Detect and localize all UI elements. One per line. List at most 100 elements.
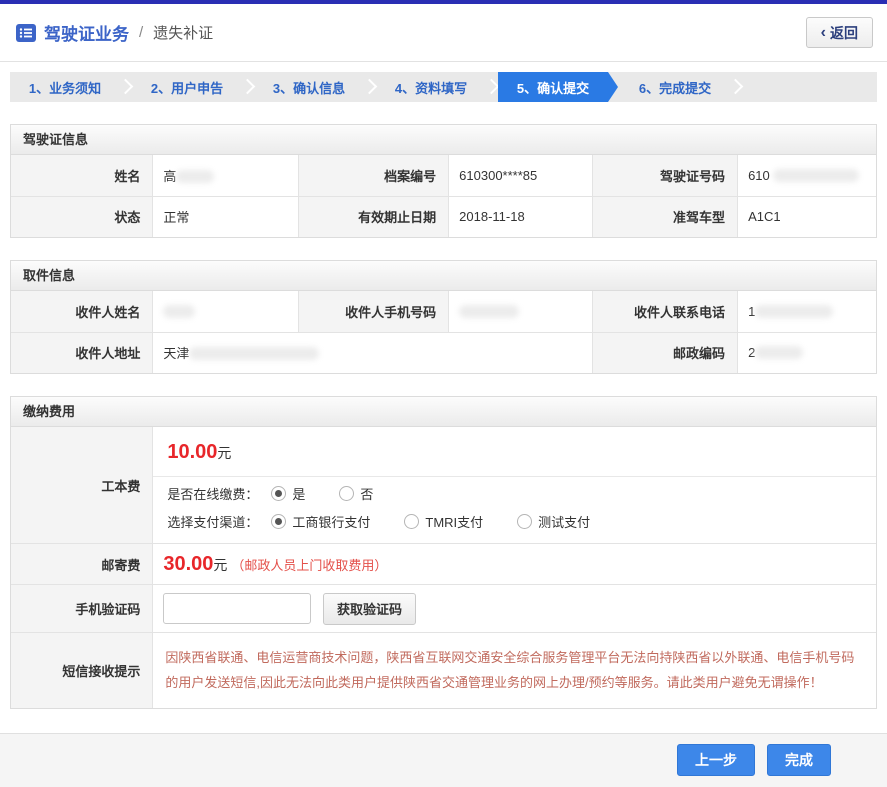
step-separator-chevron [486,72,498,102]
radio-option-no[interactable]: 否 [339,484,373,503]
sms-notice-text: 因陕西省联通、电信运营商技术问题，陕西省互联网交通安全综合服务管理平台无法向持陕… [163,637,866,704]
page-title: 驾驶证业务 [44,20,129,45]
license-number-label: 驾驶证号码 [592,155,737,196]
table-row: 手机验证码 获取验证码 [11,585,876,633]
redacted-text [773,169,859,182]
page-subtitle: 遗失补证 [153,22,213,43]
page: 驾驶证业务 / 遗失补证 ‹ 返回 1、业务须知 2、用户申告 3、确认信息 4… [0,0,887,787]
name-value: 高 [153,155,298,196]
postal-code-value: 2 [738,332,876,373]
license-info-table: 姓名 高 档案编号 610300****85 驾驶证号码 610 状态 正常 有… [11,155,876,237]
radio-option-test[interactable]: 测试支付 [517,512,590,531]
radio-option-label: 否 [360,484,373,503]
name-label: 姓名 [11,155,153,196]
section-title-license: 驾驶证信息 [11,125,876,155]
vehicle-class-label: 准驾车型 [592,196,737,237]
footer-action-bar: 上一步 完成 [0,733,887,787]
section-fees: 缴纳费用 工本费 10.00元 是否在线缴费： 是 [10,396,877,709]
radio-unchecked-icon[interactable] [339,486,354,501]
previous-step-button[interactable]: 上一步 [677,744,755,776]
table-row: 工本费 10.00元 是否在线缴费： 是 否 [11,427,876,544]
step-3-confirm-info[interactable]: 3、确认信息 [254,72,364,102]
postage-fee-note: （邮政人员上门收取费用） [231,558,387,573]
recipient-address-label: 收件人地址 [11,332,153,373]
sms-code-input[interactable] [163,593,311,624]
breadcrumb: 驾驶证业务 / 遗失补证 [16,20,213,45]
status-label: 状态 [11,196,153,237]
payment-channel-row: 选择支付渠道： 工商银行支付 TMRI支付 测试支付 [153,505,876,543]
expiry-date-value: 2018-11-18 [449,196,593,237]
back-button-label: 返回 [830,23,858,43]
list-icon [16,23,36,43]
step-4-fill-data[interactable]: 4、资料填写 [376,72,486,102]
active-step-arrow [608,72,620,102]
table-row: 短信接收提示 因陕西省联通、电信运营商技术问题，陕西省互联网交通安全综合服务管理… [11,633,876,708]
expiry-date-label: 有效期止日期 [298,196,449,237]
redacted-text [189,347,319,360]
file-number-label: 档案编号 [298,155,449,196]
recipient-phone-value: 1 [738,291,876,332]
online-payment-label: 是否在线缴费： [167,484,271,503]
get-code-button[interactable]: 获取验证码 [323,593,416,625]
radio-option-tmri[interactable]: TMRI支付 [404,512,483,531]
steps-filler [742,72,877,102]
radio-option-icbc[interactable]: 工商银行支付 [271,512,370,531]
table-row: 邮寄费 30.00元（邮政人员上门收取费用） [11,544,876,585]
file-number-value: 610300****85 [449,155,593,196]
sms-code-label: 手机验证码 [11,585,153,633]
step-separator-chevron [364,72,376,102]
radio-unchecked-icon[interactable] [404,514,419,529]
redacted-text [755,346,803,359]
section-pickup-info: 取件信息 收件人姓名 收件人手机号码 收件人联系电话 1 收件人地址 天津 邮政… [10,260,877,374]
chevron-left-icon: ‹ [821,25,826,41]
postage-fee-amount: 30.00 [163,553,213,575]
online-payment-row: 是否在线缴费： 是 否 [153,477,876,505]
fees-table: 工本费 10.00元 是否在线缴费： 是 否 [11,427,876,708]
radio-option-label: 工商银行支付 [292,512,370,531]
radio-option-label: TMRI支付 [425,512,483,531]
payment-channel-label: 选择支付渠道： [167,512,271,531]
redacted-text [755,305,833,318]
table-row: 姓名 高 档案编号 610300****85 驾驶证号码 610 [11,155,876,196]
recipient-phone-label: 收件人联系电话 [592,291,737,332]
radio-option-label: 是 [292,484,305,503]
table-row: 收件人姓名 收件人手机号码 收件人联系电话 1 [11,291,876,332]
currency-unit: 元 [217,445,231,461]
page-header: 驾驶证业务 / 遗失补证 ‹ 返回 [0,4,887,62]
step-progress-bar: 1、业务须知 2、用户申告 3、确认信息 4、资料填写 5、确认提交 6、完成提… [10,72,877,102]
step-separator-chevron [730,72,742,102]
vehicle-class-value: A1C1 [738,196,876,237]
production-fee-amount: 10.00 [167,441,217,463]
sms-notice-cell: 因陕西省联通、电信运营商技术问题，陕西省互联网交通安全综合服务管理平台无法向持陕… [153,633,876,708]
step-separator-chevron [120,72,132,102]
table-row: 收件人地址 天津 邮政编码 2 [11,332,876,373]
pickup-info-table: 收件人姓名 收件人手机号码 收件人联系电话 1 收件人地址 天津 邮政编码 2 [11,291,876,373]
radio-option-yes[interactable]: 是 [271,484,305,503]
section-title-pickup: 取件信息 [11,261,876,291]
production-fee-label: 工本费 [11,427,153,544]
step-separator-chevron [242,72,254,102]
step-6-complete-submit[interactable]: 6、完成提交 [620,72,730,102]
redacted-text [163,305,195,318]
redacted-text [459,305,519,318]
breadcrumb-separator: / [139,24,143,41]
recipient-name-label: 收件人姓名 [11,291,153,332]
currency-unit: 元 [213,557,227,573]
radio-checked-icon[interactable] [271,486,286,501]
radio-checked-icon[interactable] [271,514,286,529]
radio-unchecked-icon[interactable] [517,514,532,529]
back-button[interactable]: ‹ 返回 [806,17,873,48]
postal-code-label: 邮政编码 [592,332,737,373]
step-2-declaration[interactable]: 2、用户申告 [132,72,242,102]
recipient-mobile-label: 收件人手机号码 [298,291,449,332]
step-5-confirm-submit[interactable]: 5、确认提交 [498,72,608,102]
sms-code-cell: 获取验证码 [153,585,876,633]
section-title-fees: 缴纳费用 [11,397,876,427]
step-1-notice[interactable]: 1、业务须知 [10,72,120,102]
radio-option-label: 测试支付 [538,512,590,531]
postage-fee-cell: 30.00元 （邮政人员上门收取费用） [153,544,876,585]
recipient-address-value: 天津 [153,332,592,373]
license-number-value: 610 [738,155,876,196]
finish-button[interactable]: 完成 [767,744,831,776]
status-value: 正常 [153,196,298,237]
